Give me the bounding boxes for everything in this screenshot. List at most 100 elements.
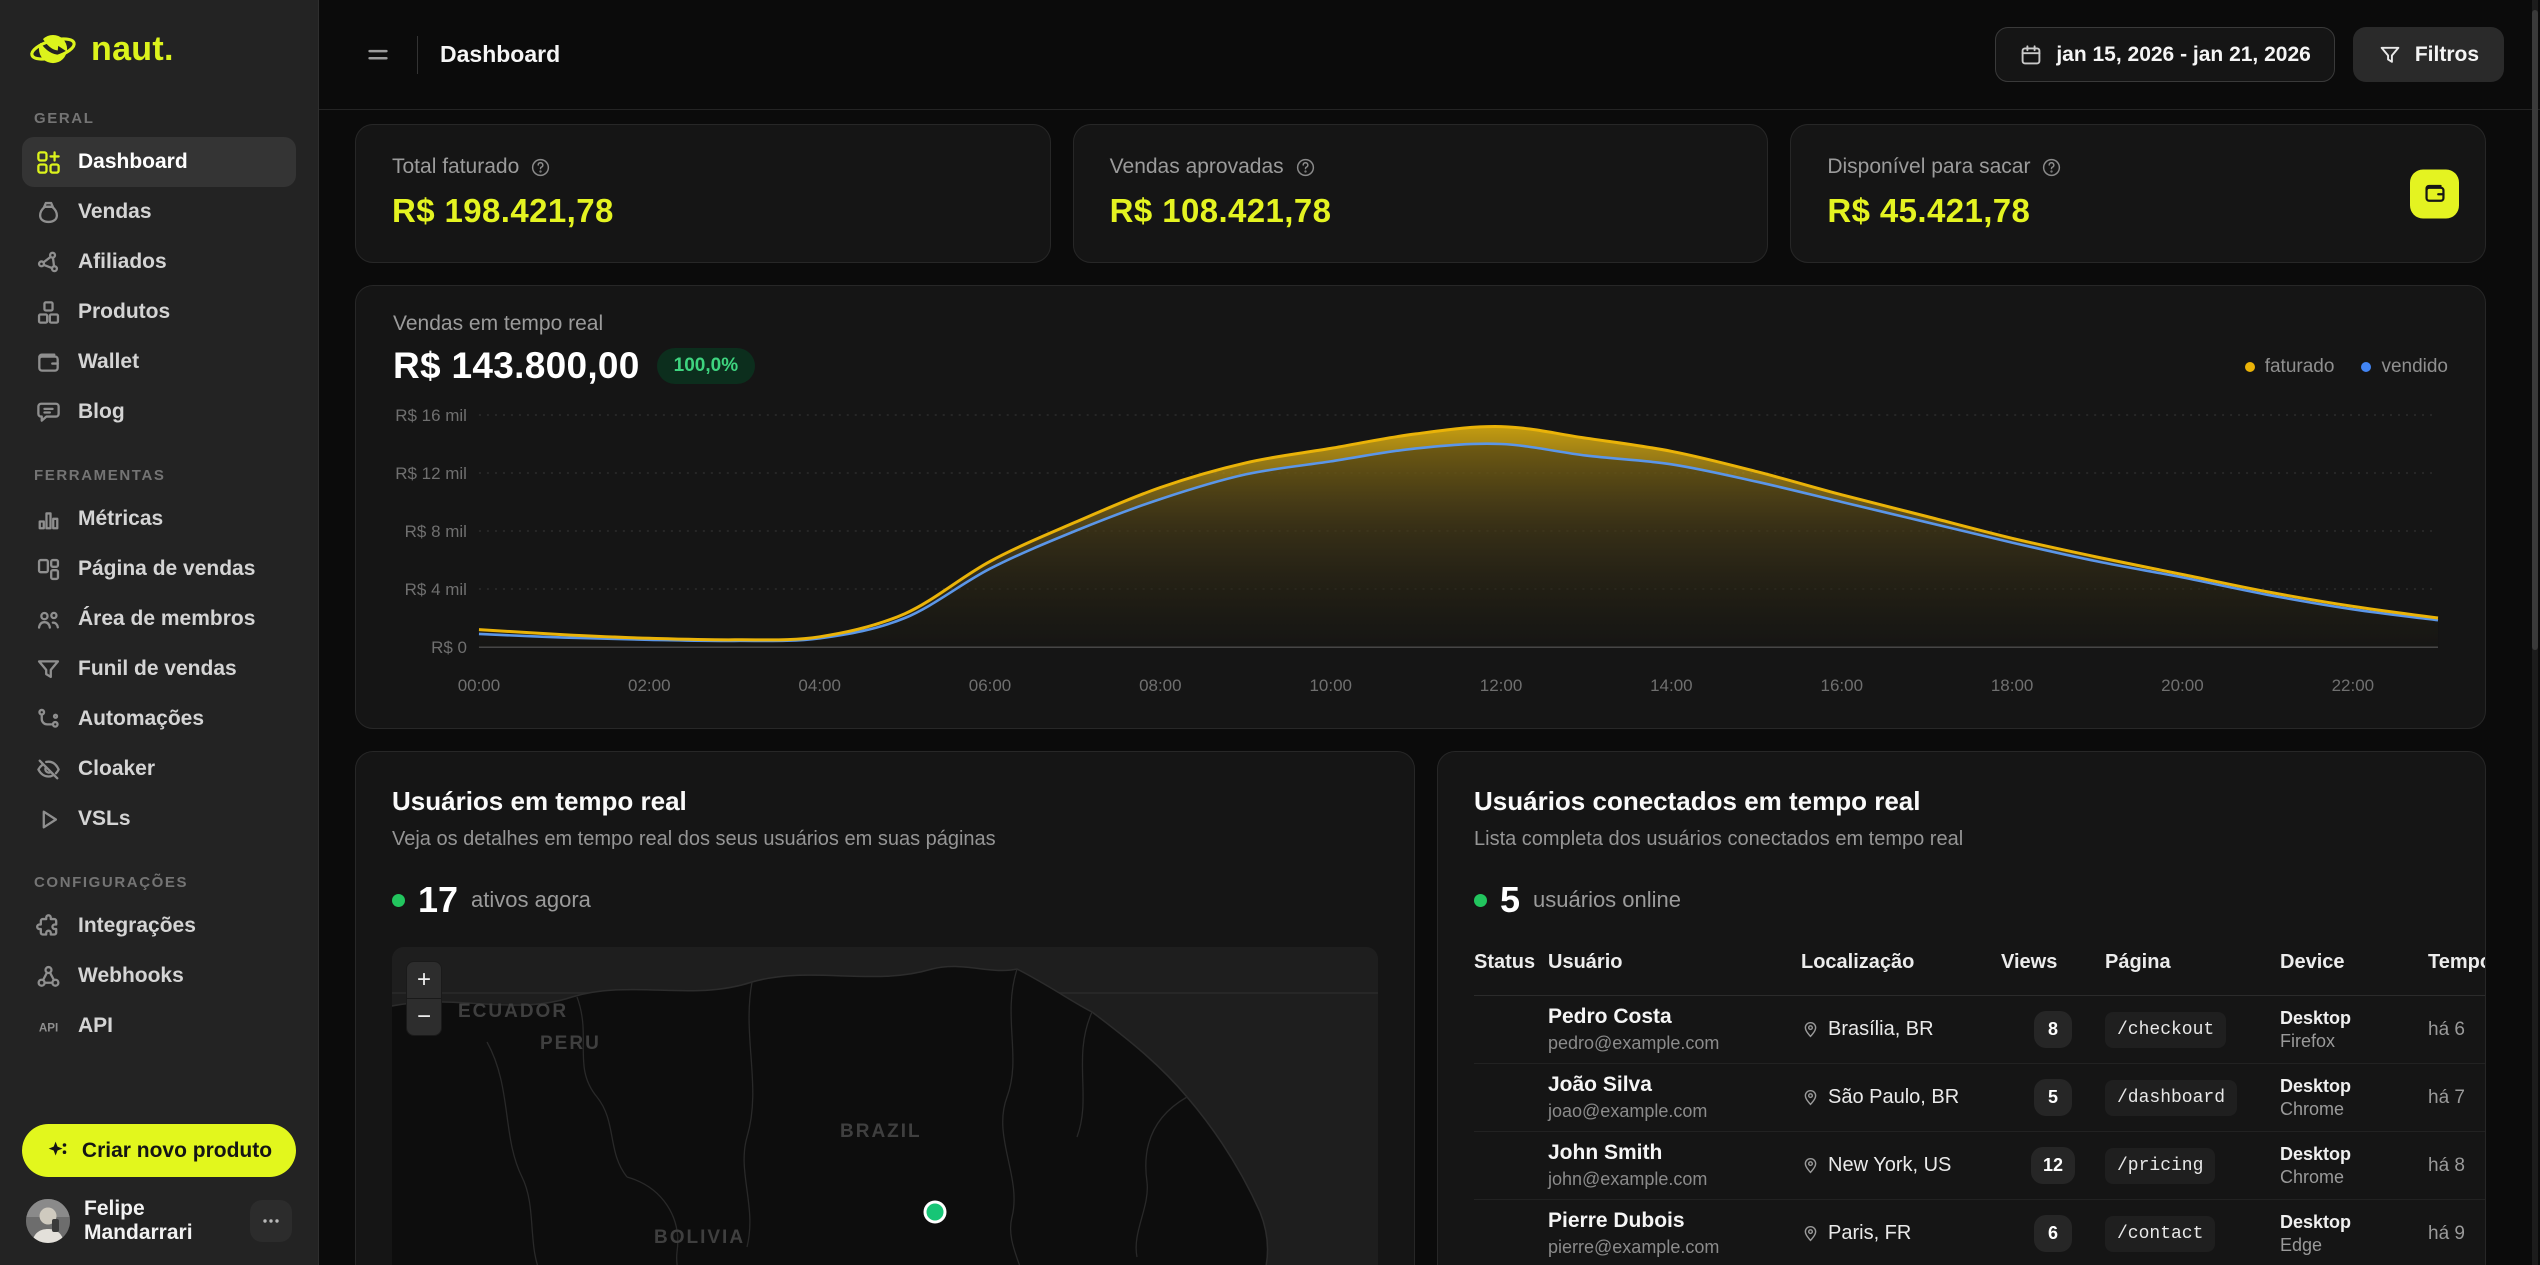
chart-value: R$ 143.800,00 xyxy=(393,345,640,387)
active-count: 17 xyxy=(418,879,458,921)
sidebar-item-cloaker[interactable]: Cloaker xyxy=(22,744,296,794)
table-row[interactable]: John Smithjohn@example.comNew York, US12… xyxy=(1474,1132,2485,1200)
sidebar-item-label: Dashboard xyxy=(78,150,188,174)
world-map[interactable]: ECUADOR PERU BRAZIL BOLIVIA + − xyxy=(392,947,1378,1265)
page-scrollbar[interactable] xyxy=(2532,0,2538,1265)
stat-card-vendas-aprovadas: Vendas aprovadas R$ 108.421,78 xyxy=(1073,124,1769,263)
time-ago-cell: há 7 xyxy=(2428,1087,2485,1109)
panel-subtitle: Veja os detalhes em tempo real dos seus … xyxy=(392,828,1378,851)
sidebar-item-integra-es[interactable]: Integrações xyxy=(22,901,296,951)
sidebar-item-produtos[interactable]: Produtos xyxy=(22,287,296,337)
legend-label: faturado xyxy=(2265,356,2335,378)
sidebar-item-vsls[interactable]: VSLs xyxy=(22,794,296,844)
sidebar-item-api[interactable]: APIAPI xyxy=(22,1001,296,1051)
table-row[interactable]: João Silvajoao@example.comSão Paulo, BR5… xyxy=(1474,1064,2485,1132)
sidebar-item-label: Wallet xyxy=(78,350,139,374)
withdraw-button[interactable] xyxy=(2410,169,2459,218)
menu-toggle-button[interactable] xyxy=(361,38,395,72)
blog-message-icon xyxy=(35,399,62,426)
sidebar-item-vendas[interactable]: Vendas xyxy=(22,187,296,237)
sidebar-item-label: Cloaker xyxy=(78,757,155,781)
stat-label: Disponível para sacar xyxy=(1827,155,2449,179)
table-row[interactable]: Pierre Duboispierre@example.comParis, FR… xyxy=(1474,1200,2485,1265)
zoom-in-button[interactable]: + xyxy=(407,962,441,998)
stat-card-total-faturado: Total faturado R$ 198.421,78 xyxy=(355,124,1051,263)
sidebar-item-afiliados[interactable]: Afiliados xyxy=(22,237,296,287)
metrics-bars-icon xyxy=(35,506,62,533)
sidebar-item-blog[interactable]: Blog xyxy=(22,387,296,437)
users-table[interactable]: Status Usuário Localização Views Página … xyxy=(1474,951,2485,1265)
user-name-cell: João Silva xyxy=(1548,1073,1801,1097)
main-area: Dashboard jan 15, 2026 - jan 21, 2026 Fi… xyxy=(319,0,2540,1265)
table-row[interactable]: Pedro Costapedro@example.comBrasília, BR… xyxy=(1474,996,2485,1064)
area-chart[interactable]: R$ 16 milR$ 12 milR$ 8 milR$ 4 milR$ 000… xyxy=(393,387,2448,706)
topbar-divider xyxy=(417,36,418,74)
sidebar-item-p-gina-de-vendas[interactable]: Página de vendas xyxy=(22,544,296,594)
page-title: Dashboard xyxy=(440,41,560,68)
sidebar-item-dashboard[interactable]: Dashboard xyxy=(22,137,296,187)
sidebar-item-m-tricas[interactable]: Métricas xyxy=(22,494,296,544)
svg-text:22:00: 22:00 xyxy=(2332,676,2375,695)
map-label-ecuador: ECUADOR xyxy=(458,1001,568,1022)
sidebar-item-label: Automações xyxy=(78,707,204,731)
active-count-label: ativos agora xyxy=(471,887,591,913)
svg-text:12:00: 12:00 xyxy=(1480,676,1523,695)
col-localizacao: Localização xyxy=(1801,951,2001,974)
sidebar-item-label: Webhooks xyxy=(78,964,184,988)
legend-dot-vendido xyxy=(2361,362,2371,372)
create-product-button[interactable]: Criar novo produto xyxy=(22,1124,296,1177)
page-path-pill: /pricing xyxy=(2105,1148,2215,1184)
help-circle-icon[interactable] xyxy=(1295,157,1316,178)
hamburger-icon xyxy=(365,42,391,68)
scrollbar-thumb[interactable] xyxy=(2532,10,2538,650)
sidebar-item-webhooks[interactable]: Webhooks xyxy=(22,951,296,1001)
chart-title: Vendas em tempo real xyxy=(393,312,755,336)
legend-label: vendido xyxy=(2381,356,2448,378)
location-text: New York, US xyxy=(1828,1154,1951,1177)
user-row[interactable]: Felipe Mandarrari xyxy=(22,1177,296,1249)
svg-text:API: API xyxy=(39,1021,58,1034)
legend-item-faturado: faturado xyxy=(2245,356,2335,378)
ellipsis-icon xyxy=(261,1211,281,1231)
date-range-button[interactable]: jan 15, 2026 - jan 21, 2026 xyxy=(1995,27,2335,82)
help-circle-icon[interactable] xyxy=(530,157,551,178)
sidebar-item-automa-es[interactable]: Automações xyxy=(22,694,296,744)
user-menu-button[interactable] xyxy=(250,1200,292,1242)
svg-text:R$ 4 mil: R$ 4 mil xyxy=(405,580,467,599)
sidebar-item-label: Blog xyxy=(78,400,125,424)
sales-funnel-icon xyxy=(35,656,62,683)
sidebar-item-label: Funil de vendas xyxy=(78,657,237,681)
map-pin-icon xyxy=(1801,1020,1820,1039)
table-header: Status Usuário Localização Views Página … xyxy=(1474,951,2485,996)
affiliates-network-icon xyxy=(35,249,62,276)
map-label-peru: PERU xyxy=(540,1033,601,1054)
sidebar-item--rea-de-membros[interactable]: Área de membros xyxy=(22,594,296,644)
chart-legend: faturado vendido xyxy=(2245,312,2448,378)
col-views: Views xyxy=(2001,951,2105,974)
vsls-play-icon xyxy=(35,806,62,833)
svg-text:02:00: 02:00 xyxy=(628,676,671,695)
panel-subtitle: Lista completa dos usuários conectados e… xyxy=(1474,828,2449,851)
user-location-marker[interactable] xyxy=(925,1202,945,1222)
section-label: CONFIGURAÇÕES xyxy=(34,874,284,891)
stat-label: Vendas aprovadas xyxy=(1110,155,1732,179)
chart-value-row: R$ 143.800,00 100,0% xyxy=(393,345,755,387)
svg-text:10:00: 10:00 xyxy=(1309,676,1352,695)
online-count-label: usuários online xyxy=(1533,887,1681,913)
svg-text:R$ 16 mil: R$ 16 mil xyxy=(395,406,467,425)
legend-item-vendido: vendido xyxy=(2361,356,2448,378)
zoom-out-button[interactable]: − xyxy=(407,999,441,1035)
device-browser: Firefox xyxy=(2280,1031,2428,1052)
user-email-cell: pedro@example.com xyxy=(1548,1033,1801,1054)
sidebar-item-wallet[interactable]: Wallet xyxy=(22,337,296,387)
sidebar-item-label: Afiliados xyxy=(78,250,167,274)
help-circle-icon[interactable] xyxy=(2041,157,2062,178)
filters-button[interactable]: Filtros xyxy=(2353,27,2504,82)
online-count-row: 5 usuários online xyxy=(1474,879,2449,921)
sidebar-item-funil-de-vendas[interactable]: Funil de vendas xyxy=(22,644,296,694)
user-name: Felipe Mandarrari xyxy=(84,1197,236,1245)
svg-text:00:00: 00:00 xyxy=(458,676,501,695)
realtime-sales-card: Vendas em tempo real R$ 143.800,00 100,0… xyxy=(355,285,2486,729)
svg-text:04:00: 04:00 xyxy=(798,676,841,695)
device-type: Desktop xyxy=(2280,1144,2428,1165)
